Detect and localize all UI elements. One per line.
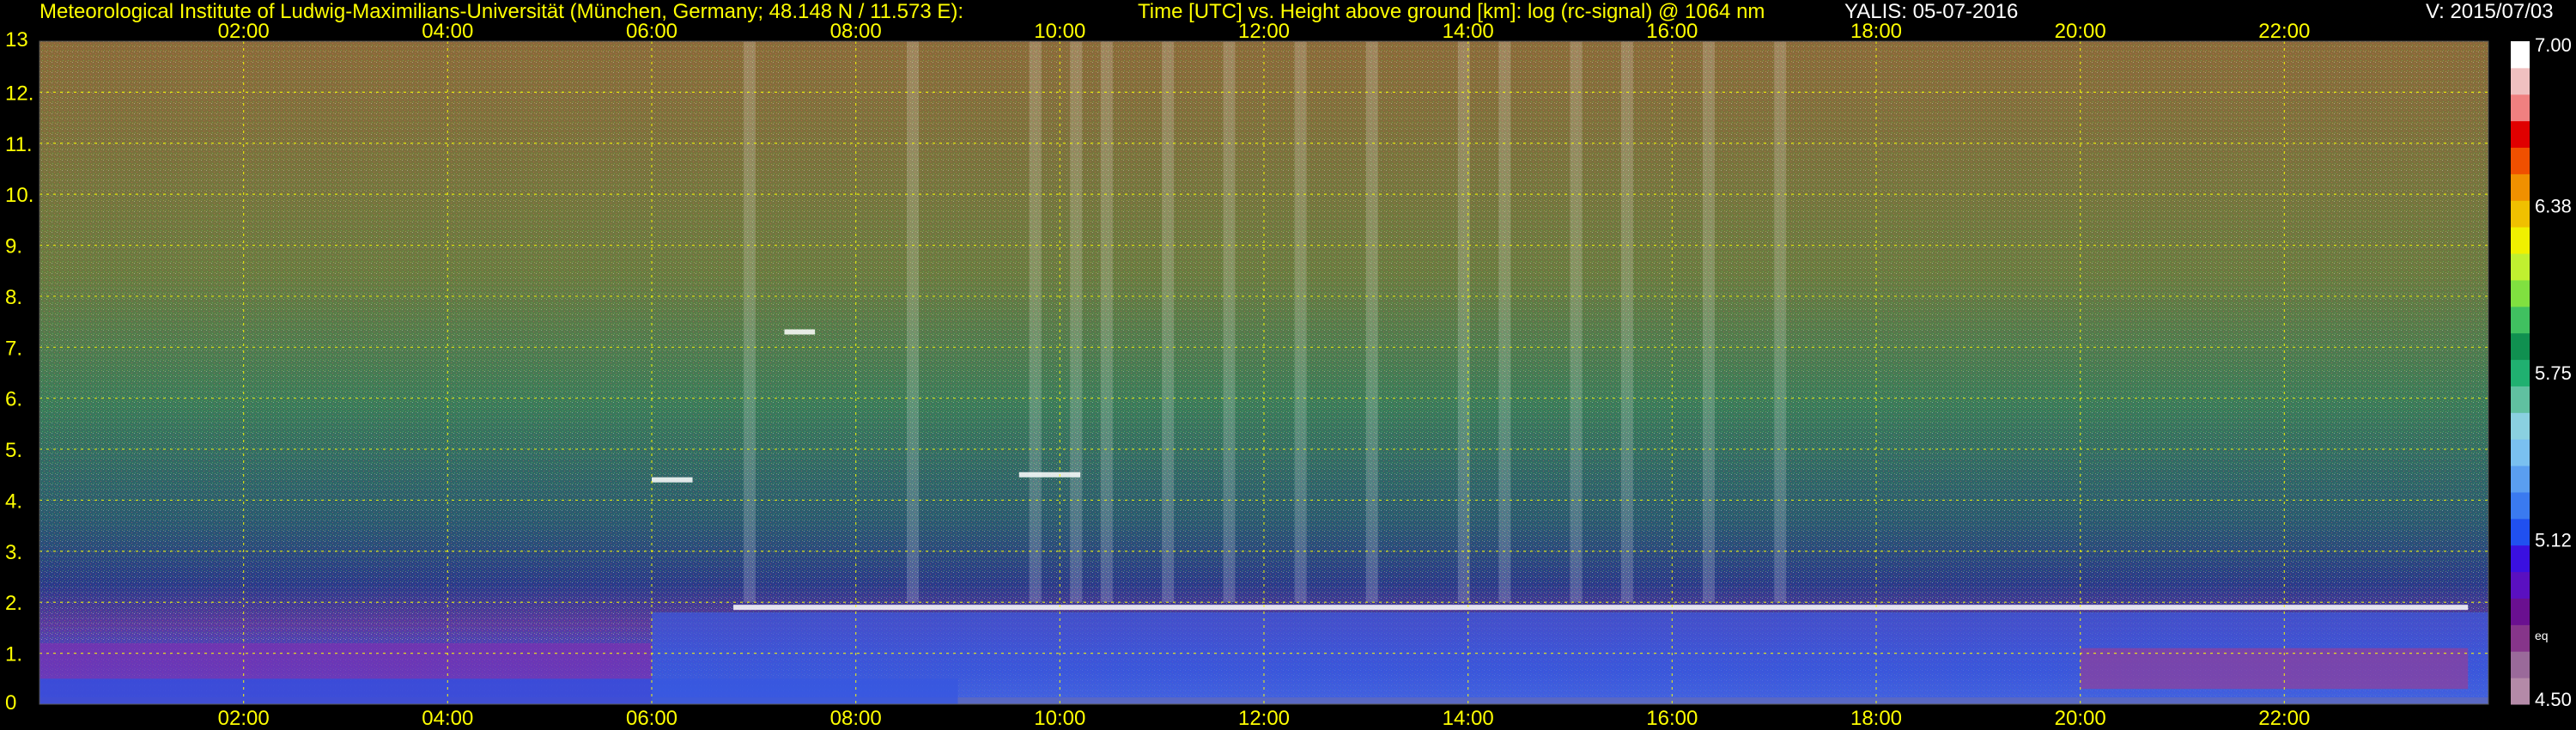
x-tick-label-top: 12:00	[1238, 20, 1290, 43]
x-tick-label-top: 20:00	[2055, 20, 2106, 43]
colorbar-segment	[2511, 386, 2530, 413]
colorbar-segment	[2511, 147, 2530, 174]
x-tick-label-top: 22:00	[2258, 20, 2310, 43]
colorbar-segment	[2511, 306, 2530, 334]
y-tick-labels: 0 1. 2. 3. 4. 5. 6. 7. 8. 9. 10. 11. 12. 13	[5, 28, 33, 715]
y-tick-label: 2.	[5, 592, 22, 615]
x-tick-label-bottom: 20:00	[2055, 707, 2106, 730]
y-tick-label: 12.	[5, 82, 33, 105]
colorbar-segment	[2511, 227, 2530, 254]
signal-streak	[1223, 41, 1236, 603]
x-tick-label-top: 04:00	[422, 20, 473, 43]
y-tick-label: 3.	[5, 541, 22, 564]
colorbar-segment	[2511, 120, 2530, 149]
colorbar-extra-label: eq	[2535, 629, 2549, 642]
x-tick-label-bottom: 14:00	[1443, 707, 1494, 730]
x-tick-label-top: 14:00	[1443, 20, 1494, 43]
x-tick-label-top: 10:00	[1034, 20, 1085, 43]
x-tick-labels-bottom: 02:00 04:00 06:00 08:00 10:00 12:00 14:00 16:00…	[218, 707, 2311, 730]
signal-streak	[1100, 41, 1113, 603]
y-tick-label: 8.	[5, 286, 22, 309]
colorbar-label: 5.12	[2535, 530, 2572, 551]
x-tick-label-top: 16:00	[1646, 20, 1698, 43]
cloud-layer	[1018, 471, 1081, 478]
x-tick-label-bottom: 12:00	[1238, 707, 1290, 730]
x-tick-label-bottom: 02:00	[218, 707, 270, 730]
colorbar-segment	[2511, 544, 2530, 573]
x-tick-label-top: 02:00	[218, 20, 270, 43]
colorbar-labels: 7.00 6.38 5.75 5.12 4.50 eq	[2535, 34, 2572, 710]
colorbar-segment	[2511, 173, 2530, 201]
colorbar-segment	[2511, 651, 2530, 678]
x-tick-label-bottom: 04:00	[422, 707, 473, 730]
x-tick-label-top: 06:00	[626, 20, 677, 43]
x-tick-label-bottom: 06:00	[626, 707, 677, 730]
colorbar-segment	[2511, 491, 2530, 520]
signal-streak	[1029, 41, 1042, 603]
x-tick-labels-top: 02:00 04:00 06:00 08:00 10:00 12:00 14:00 16:00…	[218, 20, 2311, 43]
x-tick-label-top: 18:00	[1850, 20, 1902, 43]
signal-streak	[1294, 41, 1307, 603]
colorbar-label: 5.75	[2535, 362, 2572, 384]
colorbar-segment	[2511, 439, 2530, 466]
signal-streak	[1570, 41, 1583, 603]
colorbar-segment	[2511, 279, 2530, 307]
signal-streak	[1070, 41, 1083, 603]
x-tick-label-bottom: 18:00	[1850, 707, 1902, 730]
signal-streak	[1702, 41, 1715, 603]
x-tick-label-bottom: 08:00	[830, 707, 882, 730]
colorbar-segment	[2511, 465, 2530, 493]
cloud-layer	[733, 605, 2469, 611]
colorbar-segment	[2511, 624, 2530, 652]
y-tick-label: 4.	[5, 490, 22, 513]
boundary-layer-evening	[2080, 648, 2469, 690]
y-tick-label: 5.	[5, 439, 22, 462]
signal-streak	[1620, 41, 1633, 603]
colorbar-segment	[2511, 359, 2530, 386]
signal-streak	[1365, 41, 1378, 603]
y-tick-label: 7.	[5, 337, 22, 360]
colorbar	[2511, 41, 2530, 705]
lidar-backscatter-chart: 02:00 04:00 06:00 08:00 10:00 12:00 14:00 16:00…	[5, 20, 2572, 730]
x-tick-label-bottom: 22:00	[2258, 707, 2310, 730]
cloud-layer	[652, 477, 693, 483]
colorbar-segment	[2511, 518, 2530, 546]
signal-streak	[1774, 41, 1787, 603]
cloud-layer	[784, 329, 816, 335]
colorbar-label: 6.38	[2535, 195, 2572, 216]
x-tick-label-top: 08:00	[830, 20, 882, 43]
y-tick-label: 9.	[5, 235, 22, 259]
colorbar-segment	[2511, 678, 2530, 705]
signal-streak	[907, 41, 920, 603]
y-tick-label: 1.	[5, 643, 22, 666]
colorbar-label: 4.50	[2535, 689, 2572, 710]
signal-streak	[743, 41, 756, 603]
colorbar-segment	[2511, 94, 2530, 122]
colorbar-label: 7.00	[2535, 34, 2572, 56]
signal-streak	[1498, 41, 1511, 603]
colorbar-segment	[2511, 598, 2530, 625]
colorbar-segment	[2511, 67, 2530, 95]
y-tick-label: 11.	[5, 133, 33, 156]
x-tick-label-bottom: 16:00	[1646, 707, 1698, 730]
colorbar-segment	[2511, 41, 2530, 69]
colorbar-segment	[2511, 332, 2530, 361]
colorbar-segment	[2511, 412, 2530, 440]
y-tick-label: 6.	[5, 388, 22, 411]
colorbar-segment	[2511, 200, 2530, 228]
x-tick-label-bottom: 10:00	[1034, 707, 1085, 730]
y-tick-label: 0	[5, 691, 16, 715]
y-tick-label: 13	[5, 28, 28, 52]
colorbar-segment	[2511, 253, 2530, 281]
signal-streak	[1162, 41, 1175, 603]
colorbar-segment	[2511, 571, 2530, 599]
y-tick-label: 10.	[5, 184, 33, 207]
